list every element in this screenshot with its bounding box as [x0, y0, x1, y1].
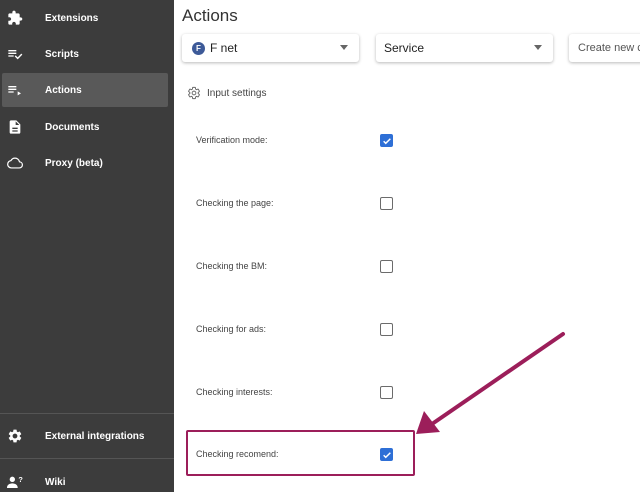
sidebar-item-label: Extensions: [45, 12, 99, 24]
gear-icon: [7, 428, 23, 444]
check-icon: [383, 452, 391, 459]
sidebar-item-external-integrations[interactable]: External integrations: [0, 419, 174, 453]
sidebar-item-label: Documents: [45, 121, 100, 133]
sidebar-item-proxy[interactable]: Proxy (beta): [0, 146, 174, 180]
service-select-value: Service: [384, 41, 425, 55]
checking-ads-checkbox[interactable]: [380, 323, 393, 336]
cloud-icon: [7, 155, 23, 171]
sidebar-item-label: Actions: [45, 84, 82, 96]
account-select[interactable]: F F net: [182, 34, 359, 62]
playlist-check-icon: [7, 46, 23, 62]
service-select[interactable]: Service: [376, 34, 553, 62]
sidebar-item-extensions[interactable]: Extensions: [0, 1, 174, 35]
setting-label: Checking the BM:: [196, 261, 268, 271]
sidebar-divider: [0, 413, 174, 414]
verification-mode-checkbox[interactable]: [380, 134, 393, 147]
input-settings-header: Input settings: [187, 86, 266, 100]
sidebar-item-actions[interactable]: Actions: [2, 73, 168, 107]
sidebar-item-scripts[interactable]: Scripts: [0, 37, 174, 71]
checking-bm-checkbox[interactable]: [380, 260, 393, 273]
sidebar-item-label: Wiki: [45, 476, 66, 488]
sidebar-item-wiki[interactable]: ? Wiki: [0, 465, 174, 492]
sidebar-item-label: Scripts: [45, 48, 79, 60]
playlist-play-icon: [7, 82, 23, 98]
puzzle-icon: [7, 10, 23, 26]
setting-label: Checking recomend:: [196, 449, 279, 459]
setting-checking-bm: Checking the BM:: [174, 257, 640, 277]
setting-label: Checking for ads:: [196, 324, 267, 334]
checking-page-checkbox[interactable]: [380, 197, 393, 210]
avatar: F: [192, 41, 205, 55]
setting-checking-page: Checking the page:: [174, 194, 640, 214]
checking-interests-checkbox[interactable]: [380, 386, 393, 399]
section-label: Input settings: [207, 87, 267, 99]
chevron-down-icon: [340, 45, 348, 50]
page-title: Actions: [182, 6, 238, 25]
setting-label: Verification mode:: [196, 135, 268, 145]
person-help-icon: ?: [7, 474, 23, 490]
document-icon: [7, 119, 23, 135]
create-new-input[interactable]: Create new c: [569, 34, 640, 62]
setting-label: Checking interests:: [196, 387, 273, 397]
setting-verification-mode: Verification mode:: [174, 131, 640, 151]
checking-recomend-checkbox[interactable]: [380, 448, 393, 461]
setting-label: Checking the page:: [196, 198, 274, 208]
sidebar: Extensions Scripts Actions Documents Pro…: [0, 0, 174, 492]
sidebar-divider: [0, 458, 174, 459]
chevron-down-icon: [534, 45, 542, 50]
gear-icon: [188, 86, 200, 100]
account-select-value: F net: [210, 41, 238, 55]
sidebar-item-label: Proxy (beta): [45, 157, 103, 169]
check-icon: [383, 138, 391, 145]
svg-text:?: ?: [18, 475, 23, 484]
setting-checking-ads: Checking for ads:: [174, 320, 640, 340]
sidebar-item-documents[interactable]: Documents: [0, 110, 174, 144]
sidebar-item-label: External integrations: [45, 430, 145, 442]
setting-checking-recomend: Checking recomend:: [174, 445, 640, 465]
setting-checking-interests: Checking interests:: [174, 383, 640, 403]
main-content: Actions F F net Service Create new c Inp…: [174, 0, 640, 492]
